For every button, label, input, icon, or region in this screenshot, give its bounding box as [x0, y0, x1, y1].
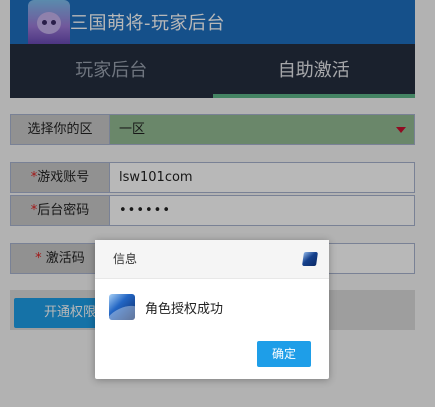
- close-icon[interactable]: [302, 252, 318, 266]
- dialog-title: 信息: [113, 252, 138, 266]
- info-icon: [109, 294, 135, 320]
- dialog-header: 信息: [95, 240, 329, 279]
- app-root: 三国萌将-玩家后台 玩家后台 自助激活 选择你的区 一区 *游戏账号 lsw10…: [0, 0, 435, 407]
- dialog-message: 角色授权成功: [145, 302, 224, 317]
- confirm-button[interactable]: 确定: [257, 341, 311, 367]
- info-dialog: 信息 角色授权成功 确定: [95, 240, 329, 379]
